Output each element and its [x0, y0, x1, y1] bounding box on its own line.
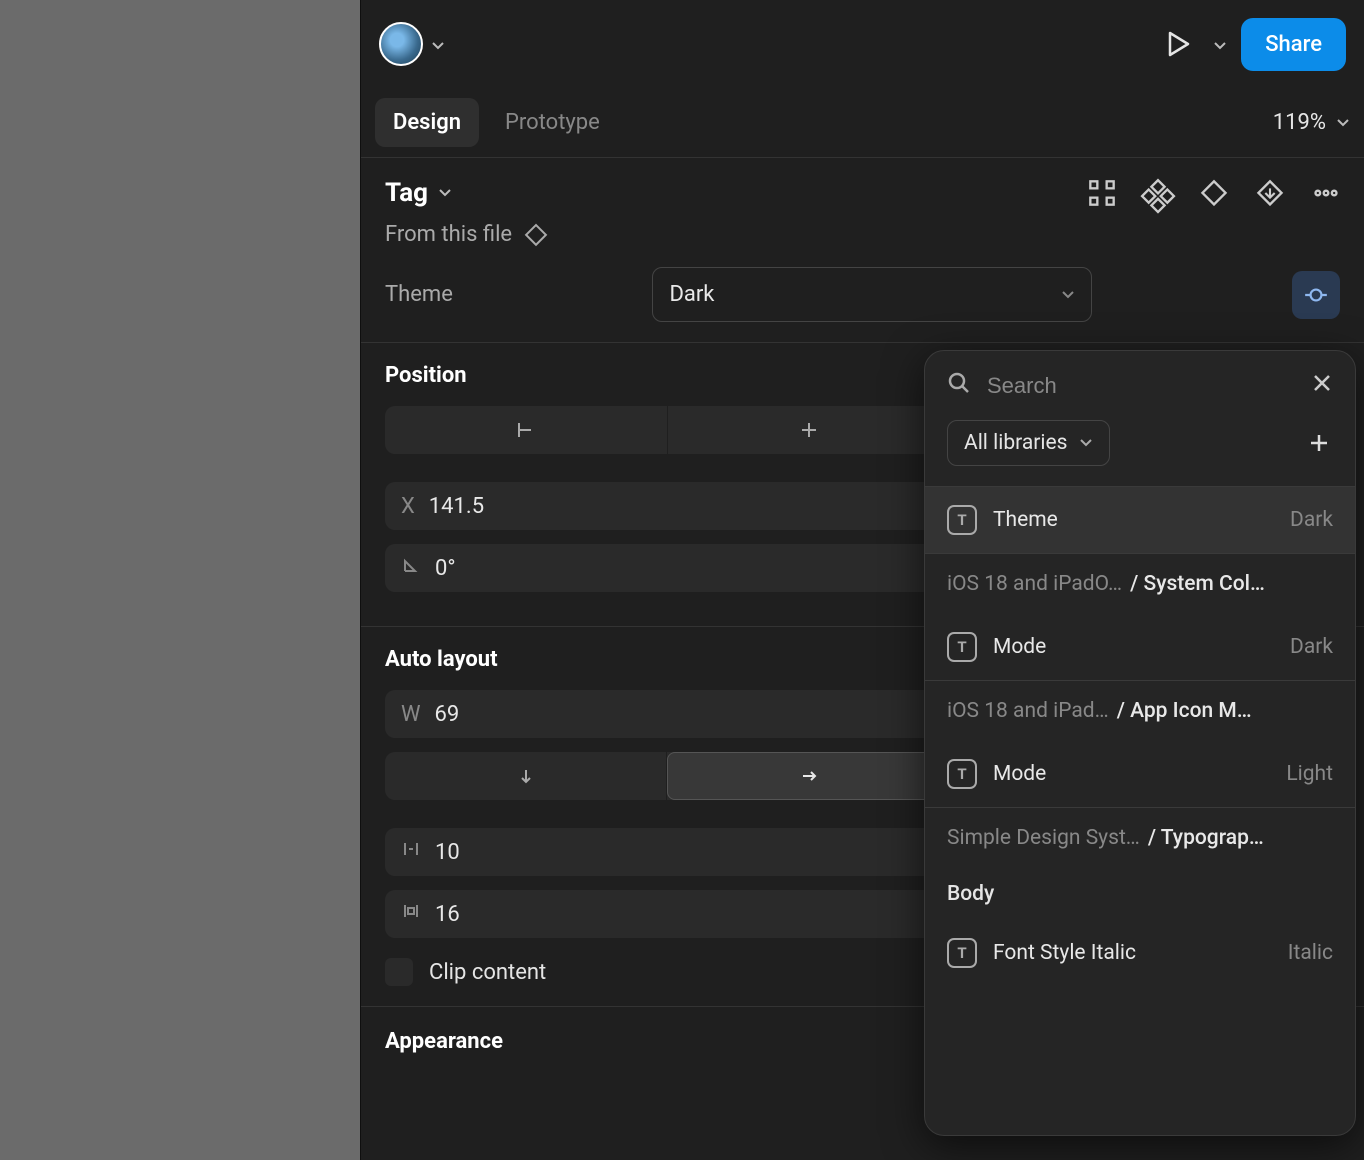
text-variable-icon: T	[947, 505, 977, 535]
play-button[interactable]	[1159, 24, 1199, 64]
library-filter-label: All libraries	[964, 431, 1067, 455]
group-library: iOS 18 and iPadO…	[947, 572, 1122, 596]
tab-prototype[interactable]: Prototype	[487, 98, 618, 147]
variable-group-header: iOS 18 and iPad… / App Icon M…	[925, 680, 1355, 741]
variable-item[interactable]: T Theme Dark	[925, 487, 1355, 553]
reset-icon[interactable]	[1256, 179, 1284, 207]
close-icon[interactable]	[1311, 372, 1333, 399]
inspector-panel: Share Design Prototype 119% Tag	[360, 0, 1364, 1160]
w-value: 69	[435, 702, 460, 727]
top-bar: Share	[361, 0, 1364, 88]
align-left-icon[interactable]	[385, 406, 668, 454]
play-dropdown-icon[interactable]	[1213, 37, 1227, 51]
variable-group-header: Simple Design Syst… / Typograp…	[925, 807, 1355, 868]
add-variable-button[interactable]	[1305, 429, 1333, 457]
library-filter-select[interactable]: All libraries	[947, 420, 1110, 466]
appearance-title: Appearance	[385, 1029, 503, 1054]
group-library: Simple Design Syst…	[947, 826, 1140, 850]
pad-h-icon	[401, 901, 421, 927]
search-input[interactable]	[987, 373, 1295, 399]
group-collection: / System Col…	[1130, 572, 1265, 596]
pad-h-value: 16	[435, 902, 460, 927]
more-icon[interactable]	[1312, 179, 1340, 207]
theme-value: Dark	[669, 282, 714, 307]
variable-subgroup-label: Body	[925, 868, 1355, 920]
group-collection: / App Icon M…	[1117, 699, 1252, 723]
theme-select[interactable]: Dark	[652, 267, 1092, 322]
variable-item[interactable]: T Font Style Italic Italic	[925, 920, 1355, 986]
chevron-down-icon	[1336, 116, 1350, 130]
apply-variable-button[interactable]	[1292, 271, 1340, 319]
align-center-h-icon[interactable]	[668, 406, 951, 454]
direction-horizontal-icon[interactable]	[667, 752, 950, 800]
diamond-icon	[524, 223, 548, 247]
zoom-control[interactable]: 119%	[1273, 110, 1350, 135]
avatar-chevron-icon[interactable]	[431, 37, 445, 51]
component-section: Tag From this file Theme Dark	[361, 158, 1364, 343]
variable-value: Light	[1286, 762, 1333, 786]
variable-list[interactable]: T Theme Dark iOS 18 and iPadO… / System Col……	[925, 486, 1355, 1135]
direction-vertical-icon[interactable]	[385, 752, 667, 800]
clip-label: Clip content	[429, 960, 546, 985]
variable-value: Dark	[1290, 635, 1333, 659]
text-variable-icon: T	[947, 759, 977, 789]
text-variable-icon: T	[947, 938, 977, 968]
component-source: From this file	[385, 222, 512, 247]
variable-item[interactable]: T Mode Light	[925, 741, 1355, 807]
group-library: iOS 18 and iPad…	[947, 699, 1109, 723]
zoom-label: 119%	[1273, 110, 1326, 135]
tabs-row: Design Prototype 119%	[361, 88, 1364, 158]
x-label: X	[401, 494, 415, 519]
gap-value: 10	[435, 840, 460, 865]
variable-item[interactable]: T Mode Dark	[925, 614, 1355, 680]
clip-checkbox[interactable]	[385, 958, 413, 986]
chevron-down-icon	[1079, 436, 1093, 450]
x-value: 141.5	[429, 494, 484, 519]
rotation-value: 0°	[435, 556, 456, 581]
avatar[interactable]	[379, 22, 423, 66]
theme-label: Theme	[385, 282, 453, 307]
variable-name: Mode	[993, 635, 1046, 659]
group-collection: / Typograp…	[1148, 826, 1264, 850]
variant-icon[interactable]	[1144, 179, 1172, 207]
angle-icon	[401, 555, 421, 581]
variable-value: Dark	[1290, 508, 1333, 532]
variable-name: Mode	[993, 762, 1046, 786]
search-icon	[947, 371, 971, 400]
component-set-icon[interactable]	[1088, 179, 1116, 207]
chevron-down-icon	[1061, 288, 1075, 302]
canvas-area[interactable]	[0, 0, 360, 1160]
share-button[interactable]: Share	[1241, 18, 1346, 71]
w-label: W	[401, 702, 421, 727]
variable-name: Font Style Italic	[993, 941, 1136, 965]
component-icon[interactable]	[1200, 179, 1228, 207]
variable-group-header: iOS 18 and iPadO… / System Col…	[925, 553, 1355, 614]
variable-name: Theme	[993, 508, 1058, 532]
gap-icon	[401, 839, 421, 865]
chevron-down-icon[interactable]	[438, 186, 452, 200]
tab-design[interactable]: Design	[375, 98, 479, 147]
variable-value: Italic	[1288, 941, 1333, 965]
component-title: Tag	[385, 178, 428, 208]
text-variable-icon: T	[947, 632, 977, 662]
variable-picker-popover: All libraries T Theme Dark iOS 18 and iPadO…	[924, 350, 1356, 1136]
